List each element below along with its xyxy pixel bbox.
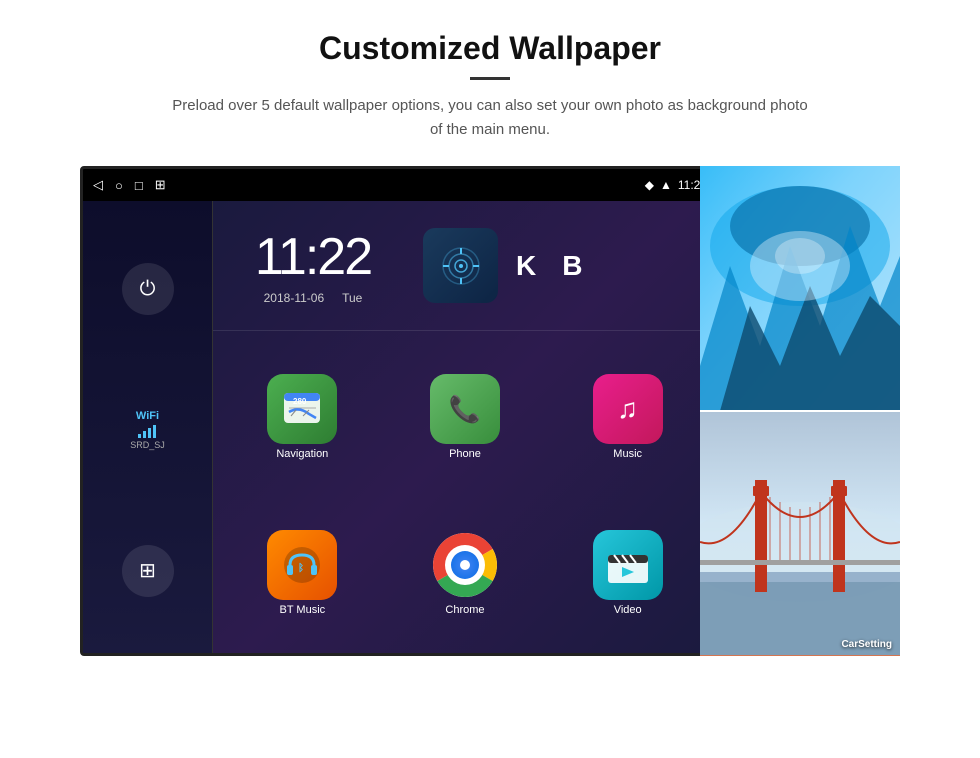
video-label: Video (614, 604, 642, 616)
phone-label: Phone (449, 448, 481, 460)
clock-time: 11:22 (255, 227, 371, 287)
music-label: Music (613, 448, 642, 460)
app-icons-top: K B (413, 201, 717, 330)
b-label-area: B (554, 242, 590, 290)
wallpaper-previews: CarSetting (700, 166, 900, 656)
wifi-bar-3 (148, 428, 151, 438)
wifi-bars (138, 424, 156, 438)
bridge-svg (700, 412, 900, 655)
recents-nav-icon[interactable]: □ (135, 178, 143, 193)
wifi-widget[interactable] (423, 228, 498, 303)
power-icon: ⏻ (140, 278, 156, 301)
btmusic-label: BT Music (280, 604, 326, 616)
power-button[interactable]: ⏻ (122, 263, 174, 315)
ice-cave-svg (700, 166, 900, 410)
status-bar: ◁ ○ □ ⊞ ◆ ▲ 11:22 (83, 169, 717, 201)
app-item-phone[interactable]: 📞 Phone (388, 343, 543, 491)
wifi-broadcast-icon (441, 246, 481, 286)
navigation-icon: 280 (267, 374, 337, 444)
nav-map-svg: 280 (281, 388, 323, 430)
b-label: B (562, 250, 582, 282)
phone-icon: 📞 (430, 374, 500, 444)
app-item-btmusic[interactable]: ᛒ BT Music (225, 499, 380, 647)
status-bar-right: ◆ ▲ 11:22 (645, 178, 707, 192)
apps-grid-icon: ⊞ (139, 558, 156, 583)
phone-handset-icon: 📞 (449, 394, 481, 425)
chrome-icon (430, 530, 500, 600)
screenshot-nav-icon[interactable]: ⊞ (155, 177, 166, 193)
clock-date: 2018-11-06 Tue (264, 291, 363, 305)
page-container: Customized Wallpaper Preload over 5 defa… (0, 0, 980, 758)
main-area: 11:22 2018-11-06 Tue (213, 201, 717, 656)
music-note-icon: ♫ (617, 393, 638, 425)
page-subtitle: Preload over 5 default wallpaper options… (170, 94, 810, 142)
wifi-bar-2 (143, 431, 146, 438)
wallpaper-thumb-2[interactable]: CarSetting (700, 412, 900, 656)
chrome-svg (430, 530, 500, 600)
wallpaper-2-label: CarSetting (841, 639, 892, 650)
top-info: 11:22 2018-11-06 Tue (213, 201, 717, 331)
navigation-label: Navigation (276, 448, 328, 460)
app-item-chrome[interactable]: Chrome (388, 499, 543, 647)
clock-date-value: 2018-11-06 (264, 291, 325, 305)
k-label: K (516, 250, 536, 282)
wifi-label: WiFi (136, 410, 159, 422)
wallpaper-thumb-1[interactable] (700, 166, 900, 410)
wifi-status-icon: ▲ (660, 178, 672, 192)
location-icon: ◆ (645, 178, 654, 192)
chrome-label: Chrome (445, 604, 484, 616)
home-nav-icon[interactable]: ○ (115, 178, 123, 193)
k-label-area: K (508, 242, 544, 290)
wifi-bar-1 (138, 434, 141, 438)
app-grid: 280 Navigation (213, 331, 717, 656)
wifi-ssid: SRD_SJ (130, 440, 165, 450)
clock-section: 11:22 2018-11-06 Tue (213, 201, 413, 330)
app-item-navigation[interactable]: 280 Navigation (225, 343, 380, 491)
clapperboard-svg (606, 545, 650, 585)
apps-button[interactable]: ⊞ (122, 545, 174, 597)
left-sidebar: ⏻ WiFi SRD_SJ ⊞ (83, 201, 213, 656)
screen-content: ⏻ WiFi SRD_SJ ⊞ (83, 201, 717, 656)
wifi-section: WiFi SRD_SJ (130, 410, 165, 450)
svg-text:280: 280 (293, 397, 307, 406)
app-item-video[interactable]: Video (550, 499, 705, 647)
btmusic-svg: ᛒ (282, 545, 322, 585)
page-title: Customized Wallpaper (319, 30, 661, 67)
btmusic-icon: ᛒ (267, 530, 337, 600)
android-screen: ◁ ○ □ ⊞ ◆ ▲ 11:22 ⏻ (80, 166, 720, 656)
status-bar-left: ◁ ○ □ ⊞ (93, 177, 166, 193)
clock-day-value: Tue (342, 291, 362, 305)
music-icon: ♫ (593, 374, 663, 444)
title-divider (470, 77, 510, 80)
wifi-bar-4 (153, 425, 156, 438)
app-item-music[interactable]: ♫ Music (550, 343, 705, 491)
back-nav-icon[interactable]: ◁ (93, 177, 103, 193)
mockup-area: ◁ ○ □ ⊞ ◆ ▲ 11:22 ⏻ (80, 166, 900, 656)
svg-text:ᛒ: ᛒ (298, 562, 304, 574)
video-icon (593, 530, 663, 600)
